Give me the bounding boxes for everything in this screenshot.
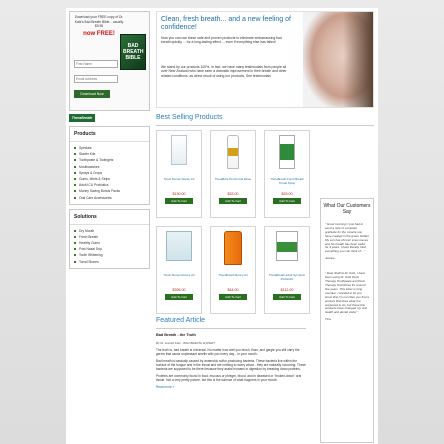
products-menu-item[interactable]: Oral Care Accessories [74, 195, 149, 201]
product-card[interactable]: TheraBreath Adult Symptom Probiotics $112… [264, 226, 310, 314]
product-name[interactable]: Tonsil Stones Starter Kit [159, 177, 199, 182]
left-column: Download your FREE copy of Dr. Katz's Ba… [69, 11, 150, 269]
products-menu-list: Specials Starter Kits Toothpaste & Toothge… [70, 142, 149, 204]
promo-free-label: now FREE! [83, 30, 115, 37]
product-name[interactable]: Tonsil Stones Deluxe Kit [159, 273, 199, 278]
product-name[interactable]: TheraBreath Fresh Breath Throat Spray [267, 177, 307, 185]
product-card[interactable]: Tonsil Stones Starter Kit $130.00 Add To C… [156, 130, 202, 218]
hero-paragraph-1: Now you can use these safe and proven pr… [161, 36, 282, 45]
hero-banner: Clean, fresh breath... and a new feeling… [156, 11, 374, 108]
best-selling-title: Best Selling Products [156, 114, 374, 126]
article-paragraph-2: Bad breath is basically caused by anaero… [156, 359, 306, 371]
solutions-menu-title: Solutions [70, 210, 149, 225]
testimonial-quote-1: " Good morning! I just had to send a not… [325, 222, 369, 254]
article-paragraph-3: Proteins are commonly found in food, muc… [156, 374, 302, 382]
product-image[interactable] [224, 231, 242, 265]
product-price: $395.00 [172, 288, 186, 292]
testimonials-title: What Our Customers Say [323, 203, 371, 215]
products-menu-title: Products [70, 127, 149, 142]
page-container: Download your FREE copy of Dr. Katz's Ba… [66, 8, 378, 444]
product-card[interactable]: TheraBreath Bunny Kit $44.00 Add To Cart [210, 226, 256, 314]
hero-headline: Clean, fresh breath... and a new feeling… [161, 16, 291, 31]
book-cover-image: BAD BREATH BIBLE [120, 34, 146, 70]
promo-text: Download your FREE copy of Dr. Katz's Ba… [74, 15, 124, 28]
product-price: $33.00 [227, 192, 239, 196]
add-to-cart-button[interactable]: Add To Cart [165, 198, 193, 204]
testimonial-author-1: Joanne [325, 256, 335, 261]
product-name[interactable]: TheraBreath Adult Symptom Probiotics [267, 273, 307, 281]
article-paragraph-1: The truth is, bad breath is universal. N… [156, 348, 300, 356]
bad-breath-bible-promo: Download your FREE copy of Dr. Katz's Ba… [69, 11, 150, 111]
product-image[interactable] [166, 231, 192, 261]
product-price: $44.00 [227, 288, 239, 292]
add-to-cart-button[interactable]: Add To Cart [273, 294, 301, 300]
featured-title: Featured Article [156, 317, 306, 329]
product-price: $112.00 [280, 288, 294, 292]
solutions-menu: Solutions Dry Mouth Fresh Breath Healthy G… [69, 208, 150, 269]
product-image[interactable] [227, 135, 239, 169]
read-more-link[interactable]: Read more » [156, 385, 316, 389]
add-to-cart-button[interactable]: Add To Cart [273, 198, 301, 204]
book-title: BAD BREATH BIBLE [123, 43, 144, 61]
product-card[interactable]: TheraBreath Fresh Breath Throat Spray $25… [264, 130, 310, 218]
product-card[interactable]: Tonsil Stones Deluxe Kit $395.00 Add To Ca… [156, 226, 202, 314]
hero-paragraph-2: We stand by our products 100%. In fact, … [161, 65, 287, 78]
product-price: $25.00 [281, 192, 293, 196]
first-name-input[interactable] [74, 60, 118, 68]
product-name[interactable]: TheraBreath Bunny Kit [213, 273, 253, 278]
solutions-menu-list: Dry Mouth Fresh Breath Healthy Gums Post Na… [70, 225, 149, 268]
testimonial-author-2: Tina [325, 317, 331, 322]
product-card[interactable]: TheraBrite PLUS Oral Rinse $33.00 Add To C… [210, 130, 256, 218]
add-to-cart-button[interactable]: Add To Cart [165, 294, 193, 300]
featured-article: Featured Article Bad Breath - the Truth … [156, 311, 316, 389]
product-name[interactable]: TheraBrite PLUS Oral Rinse [213, 177, 253, 182]
article-byline: By Dr. Harold Katz - BAD BREATH EXPERT [156, 341, 216, 345]
add-to-cart-button[interactable]: Add To Cart [219, 294, 247, 300]
product-image[interactable] [171, 135, 187, 165]
add-to-cart-button[interactable]: Add To Cart [219, 198, 247, 204]
product-image[interactable] [279, 135, 295, 169]
product-image[interactable] [276, 231, 298, 261]
article-title[interactable]: Bad Breath - the Truth [156, 333, 316, 337]
download-now-button[interactable]: Download Now [74, 90, 110, 98]
products-menu: Products Specials Starter Kits Toothpaste … [69, 126, 150, 205]
testimonial-quote-2: " Dear Staff at Dr. Katz, I have been us… [325, 271, 369, 315]
hero-hair-shading [343, 12, 373, 107]
therabreath-logo[interactable]: TheraBreath [69, 114, 95, 122]
solutions-menu-item[interactable]: Tonsil Stones [74, 259, 149, 265]
product-price: $130.00 [172, 192, 186, 196]
testimonials-box: What Our Customers Say " Good morning! I… [320, 198, 374, 443]
email-input[interactable] [74, 75, 118, 83]
